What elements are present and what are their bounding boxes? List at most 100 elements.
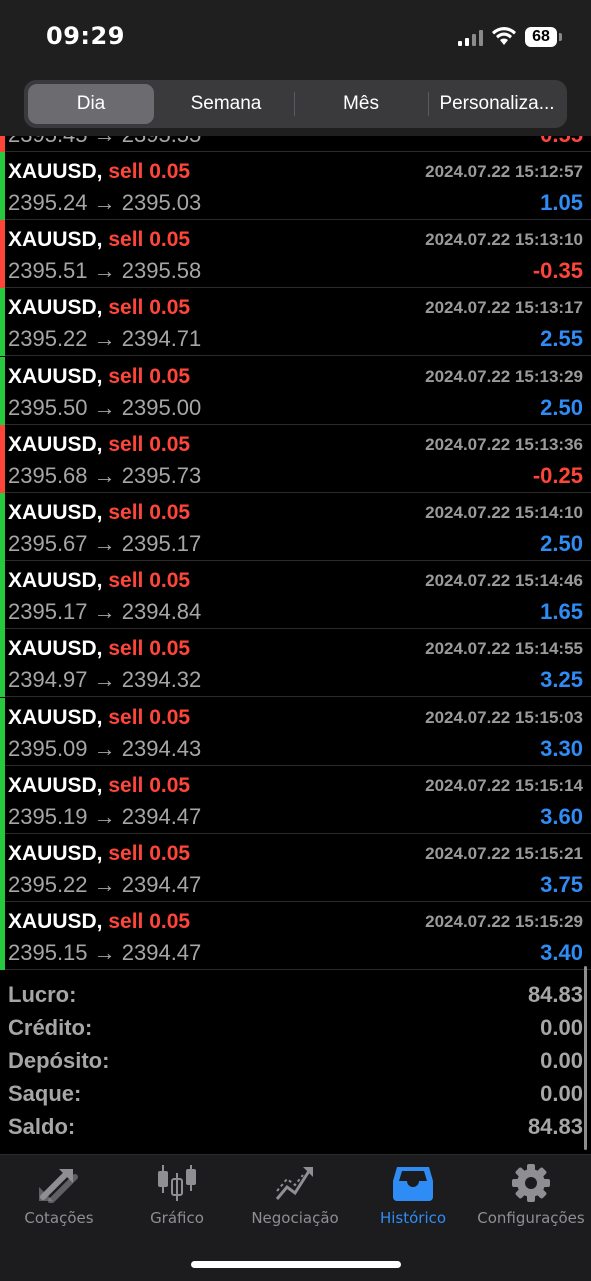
trade-result-bar	[0, 152, 5, 220]
tab-grafico[interactable]: Gráfico	[118, 1163, 236, 1233]
trade-profit: 3.25	[540, 667, 583, 693]
trade-row[interactable]: XAUUSD, sell 0.05 2024.07.22 15:13:10 2395…	[0, 220, 591, 289]
period-selector-bar: Dia Semana Mês Personaliza...	[0, 72, 591, 136]
summary-label: Crédito:	[8, 1015, 93, 1040]
trade-symbol: XAUUSD, sell 0.05	[8, 365, 190, 389]
trade-row[interactable]: XAUUSD, sell 0.05 2024.07.22 15:12:57 2395…	[0, 152, 591, 220]
trade-result-bar	[0, 561, 5, 630]
trade-side-volume: sell 0.05	[108, 501, 191, 524]
trade-datetime: 2024.07.22 15:14:46	[425, 571, 583, 591]
trade-side-volume: sell 0.05	[108, 160, 191, 183]
trade-datetime: 2024.07.22 15:13:10	[425, 230, 583, 250]
trade-datetime: 2024.07.22 15:13:17	[425, 298, 583, 318]
trade-symbol: XAUUSD, sell 0.05	[8, 774, 190, 798]
trade-row-partial[interactable]: 2395.45 → 2395.55 0.55	[0, 136, 591, 152]
home-indicator[interactable]	[191, 1261, 401, 1268]
candlestick-chart-icon	[158, 1165, 196, 1201]
trade-datetime: 2024.07.22 15:15:29	[425, 912, 583, 932]
battery-tip	[559, 33, 562, 41]
summary-label: Saldo:	[8, 1114, 76, 1139]
trade-symbol: XAUUSD, sell 0.05	[8, 910, 190, 934]
summary-value: 0.00	[540, 1015, 583, 1040]
trade-history-list[interactable]: 2395.45 → 2395.55 0.55 XAUUSD, sell 0.05…	[0, 136, 591, 972]
trade-symbol: XAUUSD, sell 0.05	[8, 637, 190, 661]
trade-symbol-name: XAUUSD,	[8, 705, 103, 729]
trade-datetime: 2024.07.22 15:12:57	[425, 162, 583, 181]
trade-side-volume: sell 0.05	[108, 773, 191, 797]
trade-symbol: XAUUSD, sell 0.05	[8, 433, 190, 457]
tab-label: Gráfico	[150, 1209, 204, 1227]
summary-label: Saque:	[8, 1081, 82, 1106]
tab-label: Configurações	[477, 1209, 585, 1227]
trade-datetime: 2024.07.22 15:15:21	[425, 844, 583, 863]
wifi-icon	[492, 27, 516, 45]
trade-row[interactable]: XAUUSD, sell 0.05 2024.07.22 15:15:21 2395…	[0, 834, 591, 902]
trade-symbol-name: XAUUSD,	[8, 637, 103, 661]
trade-result-bar	[0, 288, 5, 357]
trade-prices: 2395.67 → 2395.17	[8, 531, 202, 556]
trade-row[interactable]: XAUUSD, sell 0.05 2024.07.22 15:14:10 2395…	[0, 493, 591, 561]
trade-result-bar	[0, 697, 5, 766]
trade-symbol-name: XAUUSD,	[8, 228, 103, 252]
trade-symbol: XAUUSD, sell 0.05	[8, 706, 190, 730]
cellular-signal-icon	[458, 30, 483, 46]
summary-credito: Crédito: 0.00	[8, 1015, 583, 1048]
trade-result-bar	[0, 136, 5, 152]
segment-semana[interactable]: Semana	[158, 84, 294, 124]
trade-side-volume: sell 0.05	[108, 637, 191, 661]
trade-row[interactable]: XAUUSD, sell 0.05 2024.07.22 15:15:03 2395…	[0, 697, 591, 766]
tab-cotacoes[interactable]: Cotações	[0, 1163, 118, 1233]
trade-symbol: XAUUSD, sell 0.05	[8, 569, 190, 593]
trade-datetime: 2024.07.22 15:13:29	[425, 366, 583, 386]
trade-profit: 3.60	[540, 803, 583, 829]
trade-row[interactable]: XAUUSD, sell 0.05 2024.07.22 15:13:17 2395…	[0, 288, 591, 357]
trade-row[interactable]: XAUUSD, sell 0.05 2024.07.22 15:13:36 2395…	[0, 424, 591, 493]
trade-symbol-name: XAUUSD,	[8, 569, 103, 593]
trade-profit: 0.55	[540, 136, 583, 148]
trade-symbol: XAUUSD, sell 0.05	[8, 296, 190, 320]
trade-result-bar	[0, 220, 5, 289]
trade-symbol-name: XAUUSD,	[8, 160, 103, 183]
trade-symbol: XAUUSD, sell 0.05	[8, 228, 190, 252]
summary-value: 84.83	[527, 982, 583, 1007]
segment-dia[interactable]: Dia	[28, 84, 154, 124]
tab-negociacao[interactable]: Negociação	[236, 1163, 354, 1233]
summary-lucro: Lucro: 84.83	[8, 982, 583, 1015]
trade-datetime: 2024.07.22 15:13:36	[425, 434, 583, 454]
trade-profit: 2.50	[540, 394, 583, 420]
trade-row[interactable]: XAUUSD, sell 0.05 2024.07.22 15:13:29 2395…	[0, 356, 591, 425]
tab-historico[interactable]: Histórico	[354, 1163, 472, 1233]
trade-datetime: 2024.07.22 15:14:55	[425, 639, 583, 659]
trade-symbol-name: XAUUSD,	[8, 910, 103, 934]
trade-side-volume: sell 0.05	[108, 228, 191, 252]
trade-side-volume: sell 0.05	[108, 569, 191, 593]
trade-profit: 3.30	[540, 735, 583, 761]
trade-row[interactable]: XAUUSD, sell 0.05 2024.07.22 15:14:46 2395…	[0, 561, 591, 630]
trade-prices: 2395.15 → 2394.47	[8, 940, 202, 966]
trade-prices: 2395.24 → 2395.03	[8, 190, 202, 215]
tab-label: Histórico	[379, 1209, 447, 1227]
quotes-arrows-icon	[39, 1169, 78, 1203]
trade-symbol: XAUUSD, sell 0.05	[8, 160, 190, 184]
trade-result-bar	[0, 902, 5, 971]
trade-side-volume: sell 0.05	[108, 842, 191, 865]
trade-profit: 2.50	[540, 531, 583, 556]
status-time: 09:29	[46, 22, 125, 50]
trade-profit: 3.40	[540, 940, 583, 966]
summary-deposito: Depósito: 0.00	[8, 1048, 583, 1081]
trade-row[interactable]: XAUUSD, sell 0.05 2024.07.22 15:15:14 2395…	[0, 765, 591, 834]
summary-label: Depósito:	[8, 1048, 110, 1073]
scrollbar[interactable]	[584, 966, 587, 1150]
trade-result-bar	[0, 834, 5, 902]
trade-datetime: 2024.07.22 15:15:14	[425, 775, 583, 795]
summary-saque: Saque: 0.00	[8, 1081, 583, 1114]
trade-symbol: XAUUSD, sell 0.05	[8, 501, 190, 525]
trade-row[interactable]: XAUUSD, sell 0.05 2024.07.22 15:14:55 2394…	[0, 629, 591, 698]
segment-personalizar[interactable]: Personaliza...	[430, 84, 564, 124]
trade-side-volume: sell 0.05	[108, 296, 191, 320]
tab-configuracoes[interactable]: Configurações	[472, 1163, 590, 1233]
trade-row[interactable]: XAUUSD, sell 0.05 2024.07.22 15:15:29 2395…	[0, 902, 591, 971]
account-summary: Lucro: 84.83 Crédito: 0.00 Depósito: 0.0…	[0, 972, 591, 1154]
trade-prices: 2395.45 → 2395.55	[8, 136, 201, 148]
segment-mes[interactable]: Mês	[296, 84, 426, 124]
